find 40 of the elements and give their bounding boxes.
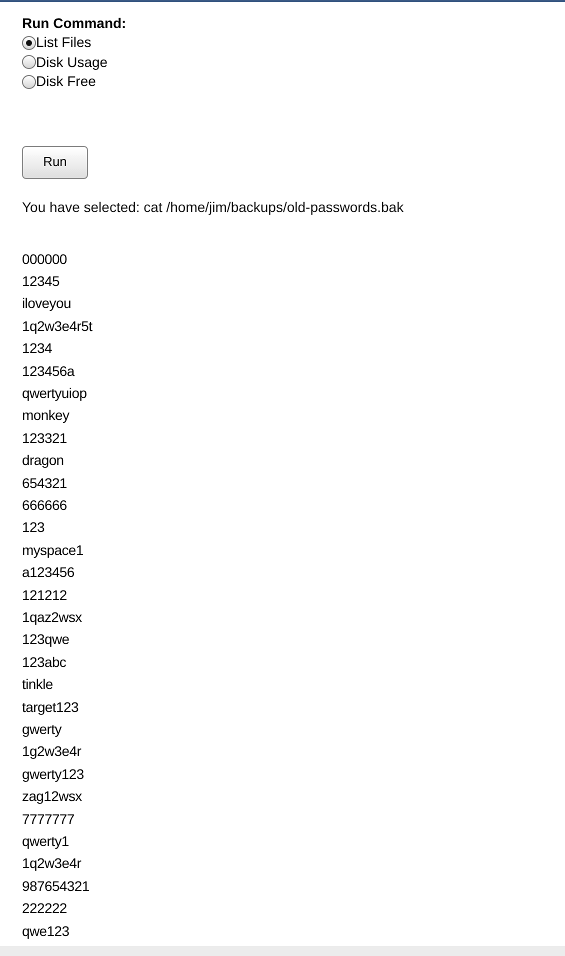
output-line: qwe123 — [22, 922, 70, 941]
radio-label: Disk Usage — [36, 52, 108, 72]
form-heading: Run Command: — [22, 14, 126, 33]
output-line: 123321 — [22, 428, 67, 448]
output-line: qwerty1 — [22, 832, 69, 852]
output-line: 123abc — [22, 652, 66, 672]
output-line: myspace1 — [22, 540, 84, 560]
output-line: a123456 — [22, 563, 74, 582]
output-line: target123 — [22, 698, 78, 717]
output-line: 1q2w3e4r5t — [22, 316, 92, 336]
output-line: iloveyou — [22, 294, 71, 314]
output-line: 666666 — [22, 496, 67, 515]
output-line: monkey — [22, 406, 70, 426]
output-line: 1234 — [22, 339, 52, 358]
output-line: 1q2w3e4r — [22, 854, 82, 874]
output-line: zag12wsx — [22, 787, 82, 806]
run-button[interactable]: Run — [22, 146, 88, 178]
output-line: 000000 — [22, 250, 67, 268]
output-line: dragon — [22, 451, 64, 470]
output-line: 12345 — [22, 272, 60, 291]
output-line: 1qaz2wsx — [22, 608, 82, 627]
radio-label: List Files — [36, 33, 92, 52]
selected-command-text: You have selected: cat /home/jim/backups/old-passwords.bak — [22, 198, 404, 216]
radio-button[interactable] — [22, 36, 36, 50]
output-line: 654321 — [22, 474, 67, 493]
output-line: 123 — [22, 518, 44, 538]
radio-label: Disk Free — [36, 72, 96, 91]
output-line: 7777777 — [22, 810, 74, 829]
output-line: 987654321 — [22, 876, 90, 896]
output-line: tinkle — [22, 675, 53, 694]
output-line: 1g2w3e4r — [22, 742, 82, 762]
output-line: 123456a — [22, 362, 74, 381]
output-line: 121212 — [22, 586, 67, 605]
output-line: qwertyuiop — [22, 384, 87, 403]
radio-button[interactable] — [22, 74, 36, 89]
output-line: 123qwe — [22, 630, 70, 650]
output-line: 222222 — [22, 899, 67, 918]
output-line: gwerty — [22, 720, 62, 740]
radio-button[interactable] — [22, 55, 36, 70]
output-line: gwerty123 — [22, 764, 84, 784]
